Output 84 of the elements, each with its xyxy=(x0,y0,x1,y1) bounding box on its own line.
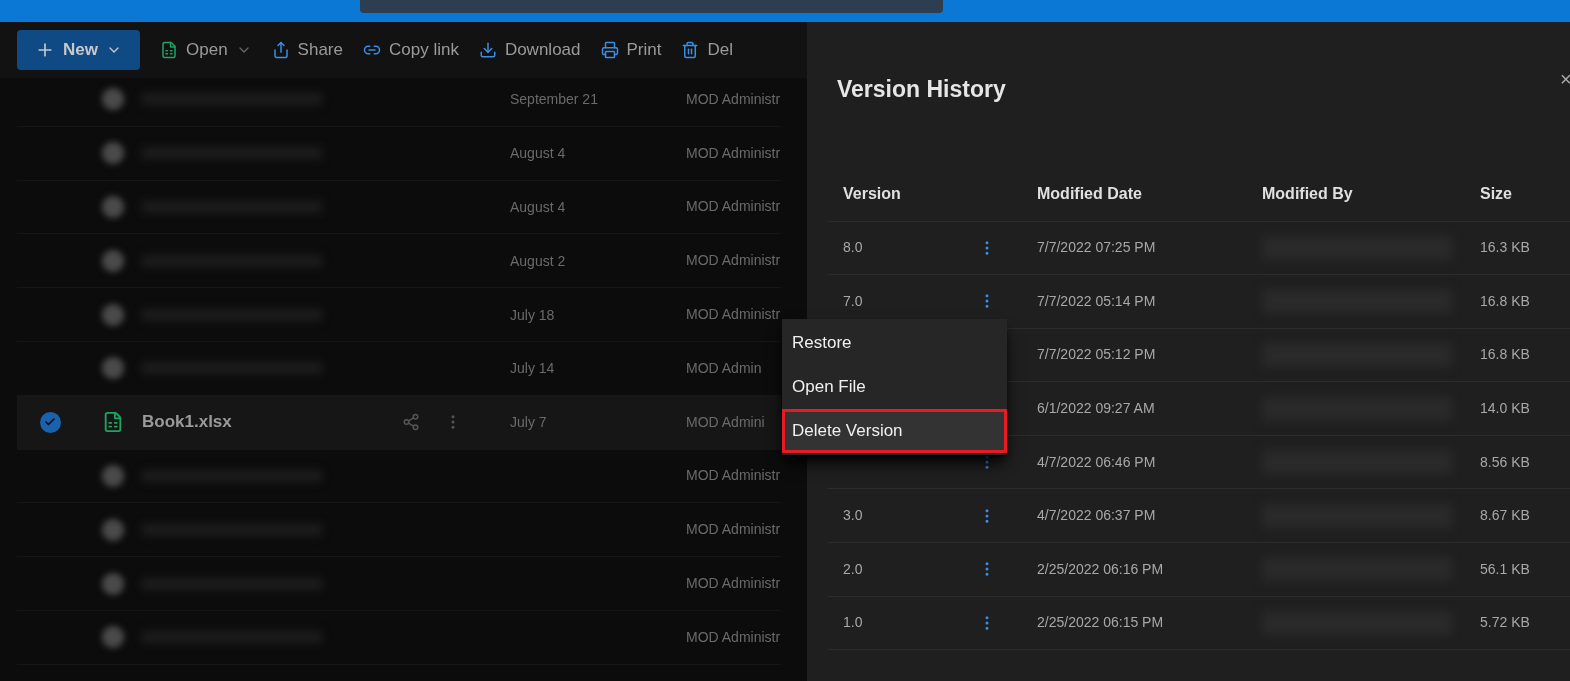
modified-date: 6/1/2022 09:27 AM xyxy=(1037,399,1156,419)
column-header[interactable]: Size xyxy=(1480,182,1512,206)
file-icon xyxy=(101,303,124,326)
file-row[interactable]: July 14 MOD Admin xyxy=(17,342,781,396)
modified-by-text: MOD Administr xyxy=(686,574,781,594)
file-row[interactable]: MOD Administr xyxy=(17,610,781,665)
modified-by-text: MOD Administr xyxy=(686,251,781,271)
modified-by-text: MOD Admin xyxy=(686,358,762,378)
date-text: September 21 xyxy=(510,91,598,108)
file-size: 8.56 KB xyxy=(1480,452,1530,472)
modified-date: 4/7/2022 06:46 PM xyxy=(1037,452,1157,472)
file-size: 16.8 KB xyxy=(1480,291,1530,311)
file-icon xyxy=(101,249,124,272)
file-row[interactable]: August 4 MOD Administr xyxy=(17,180,781,235)
close-button[interactable]: × xyxy=(1560,52,1570,107)
version-number: 2.0 xyxy=(843,560,863,577)
menu-item[interactable]: Open File xyxy=(782,365,1007,409)
date-text: August 2 xyxy=(510,252,566,269)
trash-icon xyxy=(681,41,700,59)
file-name[interactable]: Book1.xlsx xyxy=(142,412,232,432)
file-icon xyxy=(101,572,124,595)
file-row[interactable]: MOD Administr xyxy=(17,503,781,558)
date-text: August 4 xyxy=(510,199,566,215)
file-size: 16.8 KB xyxy=(1480,345,1530,365)
modified-by-text: MOD Administr xyxy=(686,305,781,325)
modified-by-text: MOD Admini xyxy=(686,412,765,432)
date-text: July 18 xyxy=(510,306,555,323)
file-row[interactable]: August 4 MOD Administr xyxy=(17,126,781,181)
column-header[interactable]: Version xyxy=(828,182,1037,206)
download-icon xyxy=(478,41,497,59)
file-row[interactable]: September 21 MOD Administr xyxy=(17,73,781,127)
toolbar-button[interactable]: Del xyxy=(681,37,733,63)
modified-by-text: MOD Administr xyxy=(686,89,781,109)
file-row[interactable]: Book1.xlsx July 7 MOD Admini xyxy=(17,395,781,450)
version-number: 8.0 xyxy=(843,239,863,256)
new-button[interactable]: New xyxy=(17,30,140,70)
file-row[interactable]: August 2 MOD Administr xyxy=(17,234,781,289)
modified-by-text: MOD Administr xyxy=(686,143,781,163)
column-header[interactable]: Modified Date xyxy=(1037,182,1262,206)
date-text: July 14 xyxy=(510,360,555,377)
modified-by-text: MOD Administr xyxy=(686,520,781,540)
share-icon xyxy=(271,41,290,59)
modified-by-text: MOD Administr xyxy=(686,197,781,217)
date-text: August 4 xyxy=(510,145,566,162)
file-icon xyxy=(101,357,124,380)
menu-item[interactable]: Delete Version xyxy=(782,409,1007,453)
version-number: 7.0 xyxy=(843,292,863,309)
modified-date: 7/7/2022 07:25 PM xyxy=(1037,238,1157,258)
modified-date: 2/25/2022 06:15 PM xyxy=(1037,613,1165,633)
modified-by-text: MOD Administr xyxy=(686,627,781,647)
modified-by-text: MOD Administr xyxy=(686,466,781,486)
toolbar-button[interactable]: Share xyxy=(271,37,343,63)
spreadsheet-icon xyxy=(160,41,178,59)
toolbar-button[interactable]: Print xyxy=(600,37,662,63)
share-icon[interactable] xyxy=(402,413,420,432)
version-number: 1.0 xyxy=(843,614,863,631)
menu-item[interactable]: Restore xyxy=(782,321,1007,365)
file-size: 56.1 KB xyxy=(1480,559,1530,579)
file-size: 16.3 KB xyxy=(1480,238,1530,258)
column-header[interactable]: Modified By xyxy=(1262,182,1480,206)
file-size: 5.72 KB xyxy=(1480,613,1530,633)
version-number: 3.0 xyxy=(843,507,863,524)
modified-date: 7/7/2022 05:12 PM xyxy=(1037,345,1157,365)
date-text: July 7 xyxy=(510,414,547,431)
toolbar-button[interactable]: Download xyxy=(478,37,581,63)
file-icon xyxy=(101,464,124,487)
toolbar-button[interactable]: Copy link xyxy=(362,37,459,63)
file-size: 8.67 KB xyxy=(1480,506,1530,526)
printer-icon xyxy=(600,41,619,59)
panel-title: Version History xyxy=(837,75,1006,104)
file-row[interactable]: MOD Administr xyxy=(17,557,781,611)
modified-date: 4/7/2022 06:37 PM xyxy=(1037,506,1157,526)
file-icon xyxy=(101,518,124,541)
file-size: 14.0 KB xyxy=(1480,399,1530,419)
search-field[interactable] xyxy=(360,0,943,13)
modified-date: 7/7/2022 05:14 PM xyxy=(1037,291,1157,311)
modified-date: 2/25/2022 06:16 PM xyxy=(1037,559,1165,579)
file-icon xyxy=(101,88,124,111)
file-icon xyxy=(101,196,124,218)
file-row[interactable]: July 18 MOD Administr xyxy=(17,288,781,342)
file-icon xyxy=(101,626,124,649)
toolbar-button[interactable]: Open xyxy=(160,37,252,63)
file-row[interactable]: MOD Administr xyxy=(17,449,781,504)
file-icon xyxy=(101,142,124,165)
